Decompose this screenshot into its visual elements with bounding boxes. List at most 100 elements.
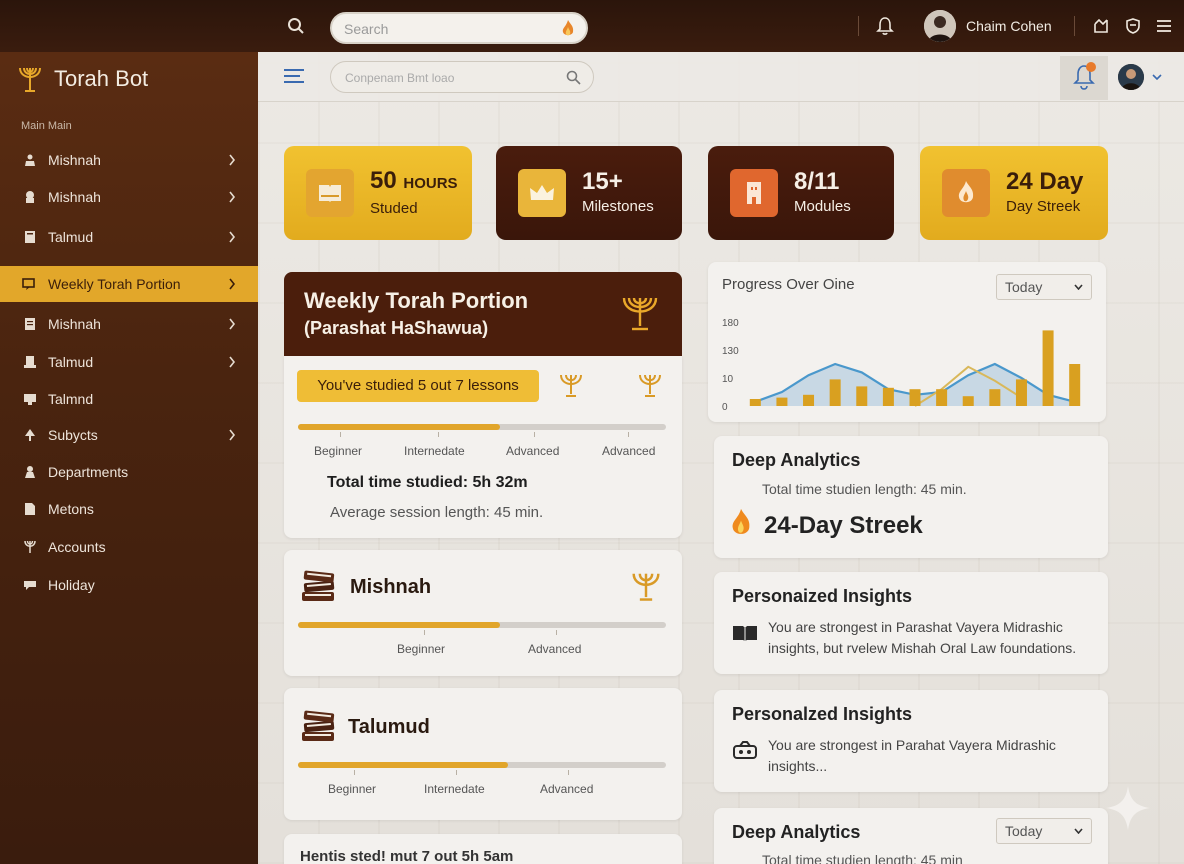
deep-analytics-card-2[interactable]: Deep Analytics Today Total time studien … [714,808,1108,864]
stat-milestones-label: Milestones [582,198,654,215]
search-icon[interactable] [287,17,305,35]
weekly-portion-card[interactable]: You've studied 5 out 7 lessons Beginner … [284,356,682,538]
chart-bar [962,396,974,406]
stat-card-streak[interactable]: 24 Day Day Streek [920,146,1108,240]
content-search-box[interactable] [330,61,594,93]
sidebar-item-talmud[interactable]: Talmud [0,219,258,255]
stat-card-hours[interactable]: 50 HOURS Studed [284,146,472,240]
chevron-right-icon [229,231,236,243]
sidebar-item-mishnah-2[interactable]: Mishnah [0,179,258,215]
shield-icon[interactable] [1124,17,1142,35]
bell-icon [1073,62,1096,90]
menu-icon[interactable] [1155,17,1173,35]
sidebar-item-metons[interactable]: Metons [0,491,258,527]
document-icon [22,316,38,332]
tick [438,432,439,437]
level-label: Advanced [540,782,594,796]
chat-icon [22,276,38,292]
stat-modules-value: 8/11 [794,168,840,195]
menorah-icon [22,539,38,555]
notification-button[interactable] [1060,56,1108,100]
sidebar: Torah Bot Main Main Mishnah Mishnah Talm… [0,52,258,864]
level-label: Beginner [397,642,446,656]
brand[interactable]: Torah Bot [16,64,148,94]
sidebar-item-departments[interactable]: Departments [0,454,258,490]
main-content: 50 HOURS Studed 15+ Milestones 8/11 Modu… [258,52,1184,864]
sidebar-item-label: Mishnah [48,316,101,332]
sidebar-item-label: Departments [48,464,129,480]
sidebar-item-label: Accounts [48,539,106,555]
sidebar-item-label: Talmud [48,354,94,370]
sidebar-item-accounts[interactable]: Accounts [0,529,258,565]
chart-bar [749,399,761,406]
stat-streak-label: Day Streek [1006,198,1081,215]
insights-card-1[interactable]: Personaized Insights You are strongest i… [714,572,1108,674]
search-icon[interactable] [566,70,581,85]
tick [456,770,457,775]
flame-icon [732,508,750,534]
level-label: Internedate [424,782,485,796]
sidebar-item-mishnah-3[interactable]: Mishnah [0,306,258,342]
streak-value: 24-Day Streek [764,512,923,539]
menorah-icon [632,573,660,601]
sub-header [258,52,1184,102]
chart-bar [909,389,921,406]
cutoff-card[interactable]: Hentis sted! mut 7 out 5h 5am [284,834,682,864]
deep-analytics-title: Deep Analytics [732,822,861,842]
hamburger-icon[interactable] [284,68,304,84]
avatar[interactable] [1118,64,1144,90]
progress-fill [298,622,501,628]
analytics-period-value: Today [1005,823,1043,839]
chart-bar [829,379,841,406]
course-card-talumud[interactable]: Talumud Beginner Internedate Advanced [284,688,682,820]
total-time-studied: Total time studied: 5h 32m [327,474,528,491]
chevron-down-icon [1074,828,1083,834]
insights-text: You are strongest in Parashat Vayera Mid… [768,619,1077,656]
stat-hours-label: Studed [370,199,418,217]
sidebar-item-label: Mishnah [48,152,101,168]
chevron-down-icon [1074,284,1083,290]
chevron-down-icon[interactable] [1152,74,1162,80]
puzzle-icon[interactable] [1092,17,1110,35]
chart-period-select[interactable]: Today [996,274,1092,300]
chevron-right-icon [229,429,236,441]
stat-card-modules[interactable]: 8/11 Modules [708,146,894,240]
stat-hours-unit: HOURS [403,174,458,192]
insights-card-2[interactable]: Personalzed Insights You are strongest i… [714,690,1108,792]
course-progress-bar [298,762,666,768]
username[interactable]: Chaim Cohen [966,18,1052,34]
stat-card-milestones[interactable]: 15+ Milestones [496,146,682,240]
chart-bar [1069,364,1081,406]
y-tick-label: 130 [722,346,739,357]
course-card-mishnah[interactable]: Mishnah Beginner Advanced [284,550,682,676]
deep-analytics-card[interactable]: Deep Analytics Total time studien length… [714,436,1108,558]
chart-bar [803,394,815,406]
course-progress-bar [298,622,666,628]
sidebar-item-talmud-2[interactable]: Talmud [0,344,258,380]
avatar[interactable] [924,10,956,42]
chevron-right-icon [229,318,236,330]
y-tick-label: 0 [722,402,728,413]
progress-fill [298,762,508,768]
sidebar-item-talmnd[interactable]: Talmnd [0,381,258,417]
chevron-right-icon [229,154,236,166]
analytics-period-select[interactable]: Today [996,818,1092,844]
chart-bar [1015,379,1027,406]
tick [628,432,629,437]
cutoff-text: Hentis sted! mut 7 out 5h 5am [300,848,514,864]
progress-chart: 180 130 10 0 [722,318,1081,413]
sidebar-item-weekly-torah-portion[interactable]: Weekly Torah Portion [0,266,258,302]
person-icon [22,464,38,480]
bell-icon[interactable] [876,16,894,36]
sidebar-item-holiday[interactable]: Holiday [0,567,258,603]
global-search-input[interactable] [344,19,544,39]
sidebar-item-mishnah[interactable]: Mishnah [0,142,258,178]
global-search-box[interactable] [330,12,588,44]
weekly-portion-subtitle: (Parashat HaShawua) [304,318,489,338]
sidebar-item-subycts[interactable]: Subycts [0,417,258,453]
tick [424,630,425,635]
content-search-input[interactable] [345,69,545,87]
lessons-progress-badge: You've studied 5 out 7 lessons [297,370,539,402]
top-bar: Chaim Cohen [0,0,1184,52]
stat-streak-value: 24 Day [1006,168,1084,195]
